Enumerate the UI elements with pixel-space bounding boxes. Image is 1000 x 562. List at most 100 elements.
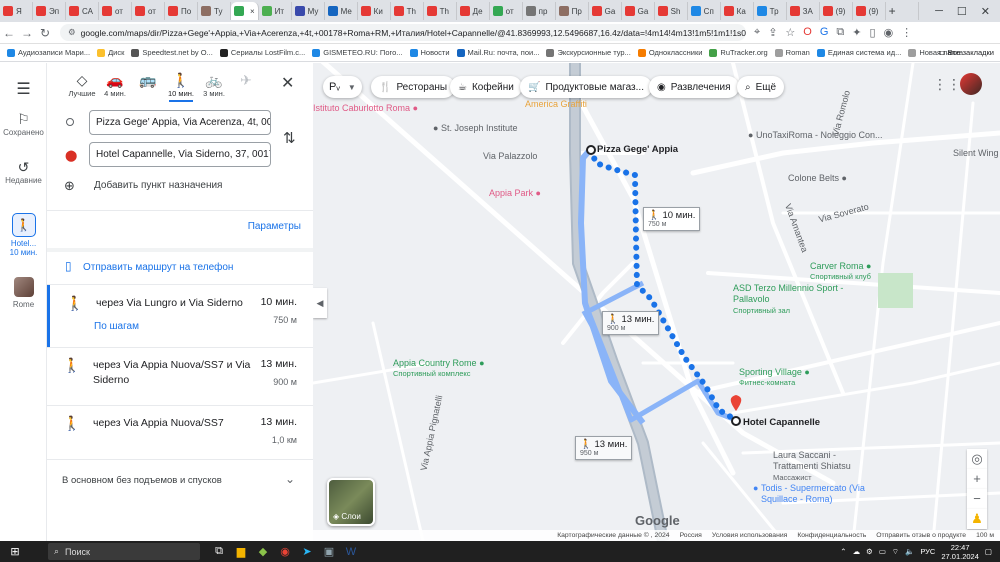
bookmark-item[interactable]: Аудиозаписи Мари... [7,48,90,57]
back-icon[interactable]: ← [0,26,18,40]
mode-car-button[interactable]: 🚗 4 мин. [98,71,132,98]
menu-dots-icon[interactable]: ⋮ [901,26,912,39]
minimize-icon[interactable]: ─ [935,5,943,17]
tray-icon[interactable]: ☁ [853,547,861,556]
browser-tab[interactable]: Де [457,2,490,20]
file-explorer-icon[interactable]: ▆ [230,545,252,558]
route-details-link[interactable]: По шагам [94,321,139,332]
bookmark-item[interactable]: Единая система ид... [816,48,901,57]
extensions-puzzle-icon[interactable]: ✦ [852,26,861,39]
browser-tab[interactable]: СА [66,2,99,20]
browser-tab[interactable]: от [490,2,523,20]
no-slopes-note[interactable]: В основном без подъемов и спусков [62,475,222,486]
menu-icon[interactable]: ☰ [0,79,47,99]
tray-icon[interactable]: ▭ [879,547,886,556]
category-chip[interactable]: ☕ Кофейни [450,76,522,98]
browser-tab[interactable]: Ки [358,2,391,20]
route-option[interactable]: 🚶 через Via Lungro и Via Siderno 10 мин. 75… [47,285,313,347]
extension-g-icon[interactable]: G [820,26,829,39]
poi-america-graffiti[interactable]: America Graffiti [525,99,587,109]
bookmark-item[interactable]: Speedtest.net by O... [131,48,213,57]
browser-tab[interactable]: ЗА [787,2,820,20]
all-bookmarks[interactable]: ▭ Все закладки [938,48,994,57]
app-icon[interactable]: ▣ [318,545,340,558]
destination-input[interactable]: Hotel Capannelle, Via Siderno, 37, 00178 [89,142,271,167]
poi-unotaxi[interactable]: ● UnoTaxiRoma - Noleggio Con... [748,130,883,140]
bookmark-item[interactable]: Диск [97,48,124,57]
browser-tab[interactable]: Ка [721,2,754,20]
swap-icon[interactable]: ⇅ [283,129,296,147]
share-icon[interactable]: ⇪ [768,26,777,39]
clock[interactable]: 22:47 27.01.2024 [941,543,979,561]
category-chip[interactable]: ◉ Развлечения [649,76,739,98]
new-tab-icon[interactable]: + [886,2,919,20]
forward-icon[interactable]: → [18,26,36,40]
footer-link[interactable]: Россия [680,532,702,539]
sidebar-icon[interactable]: ▯ [870,26,876,39]
browser-tab-active[interactable]: × [231,2,259,20]
poi-sporting-village[interactable]: Sporting Village ● Фитнес-комната [739,367,810,387]
origin-label[interactable]: Pizza Gege' Appia [597,144,678,155]
send-to-phone-button[interactable]: Отправить маршрут на телефон [83,262,233,273]
browser-tab[interactable]: Я [0,2,33,20]
taskbar-search[interactable]: ⌕ Поиск [48,543,200,560]
active-route-button[interactable]: 🚶 Hotel... 10 мин. [0,213,47,257]
tray-icon[interactable]: ⚙ [866,547,873,556]
category-chip[interactable]: 🛒 Продуктовые магаз... [520,76,652,98]
maximize-icon[interactable]: ☐ [957,5,967,18]
street-view-pegman-icon[interactable]: ♟ [967,509,987,529]
poi-asd[interactable]: ASD Terzo Millennio Sport - Pallavolo Спо… [733,283,873,316]
close-directions-icon[interactable]: ✕ [281,73,294,93]
destination-label[interactable]: Hotel Capannelle [743,417,820,428]
origin-marker[interactable] [586,145,596,155]
browser-tab[interactable]: от [99,2,132,20]
browser-tab[interactable]: Пр [556,2,589,20]
tab-close-icon[interactable]: × [250,7,255,16]
poi-colone-belts[interactable]: Colone Belts ● [788,173,847,183]
mode-transit-button[interactable]: 🚌 [131,71,165,89]
browser-tab[interactable]: Ту [198,2,231,20]
browser-tab[interactable]: (9) [853,2,886,20]
url-field[interactable]: ⚙ google.com/maps/dir/Pizza+Gege'+Appia,… [60,24,746,41]
poi-appia-country[interactable]: Appia Country Rome ● Спортивный комплекс [393,358,485,378]
my-location-icon[interactable]: ◎ [967,449,987,469]
poi-carver[interactable]: Carver Roma ● Спортивный клуб [810,261,871,281]
browser-tab[interactable]: Эп [33,2,66,20]
profile-icon[interactable]: ◉ [884,26,894,39]
map-type-button[interactable]: Pᵥ ▼ [323,76,362,98]
footer-link[interactable]: Конфиденциальность [797,532,866,539]
bookmark-item[interactable]: GISMETEO.RU: Пого... [312,48,403,57]
poi-laura-saccani[interactable]: Laura Saccani - Trattamenti Shiatsu Масса… [773,450,883,483]
add-destination-button[interactable]: Добавить пункт назначения [94,180,222,191]
browser-tab[interactable]: По [165,2,198,20]
layers-button[interactable]: ◈ Слои [327,478,375,526]
site-info-icon[interactable]: ⚙ [68,27,76,38]
recent-button[interactable]: ↺ Недавние [0,159,47,185]
close-window-icon[interactable]: ✕ [981,5,990,18]
browser-tab[interactable]: Ме [325,2,358,20]
browser-tab[interactable]: Sh [655,2,688,20]
windows-start-icon[interactable]: ⊞ [4,545,26,558]
route-label-3[interactable]: 🚶 13 мин. 950 м [575,436,633,460]
poi-silent-wing[interactable]: Silent Wing [953,148,999,158]
account-avatar[interactable] [960,73,982,95]
word-icon[interactable]: W [340,546,362,558]
zoom-in-icon[interactable]: + [967,469,987,489]
browser-tab[interactable]: Ga [622,2,655,20]
notifications-icon[interactable]: ▢ [985,547,992,556]
route-label-2[interactable]: 🚶 13 мин. 900 м [602,311,660,335]
language-indicator[interactable]: РУС [920,547,935,556]
options-button[interactable]: Параметры [248,221,301,232]
poi-appia-park[interactable]: Appia Park ● [489,188,541,198]
volume-icon[interactable]: 🔈 [905,547,914,556]
mode-walk-button[interactable]: 🚶 10 мин. [164,71,198,102]
browser-tab[interactable]: от [132,2,165,20]
browser-tab[interactable]: Th [391,2,424,20]
mode-bike-button[interactable]: 🚲 3 мин. [197,71,231,98]
location-icon[interactable]: ⌖ [754,26,760,39]
route-option[interactable]: 🚶 через Via Appia Nuova/SS7 13 мин. 1,0 км [47,405,313,459]
origin-input[interactable]: Pizza Gege' Appia, Via Acerenza, 4t, 001… [89,110,271,135]
category-chip[interactable]: ⌕ Ещё [737,76,785,98]
route-option[interactable]: 🚶 через Via Appia Nuova/SS7 и Via Siderno… [47,347,313,405]
browser-tab[interactable]: Ит [259,2,292,20]
